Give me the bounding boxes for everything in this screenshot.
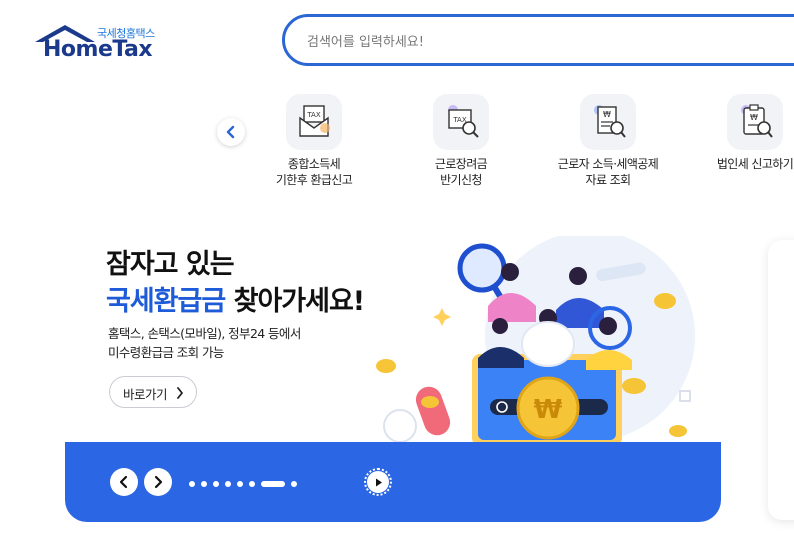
banner-goto-button[interactable]: 바로가기 (109, 376, 197, 408)
won-receipt-search-icon: ₩ (580, 94, 636, 150)
svg-text:TAX: TAX (306, 111, 321, 119)
quick-menu-label: 근로자 소득·세액공제 자료 조회 (557, 157, 659, 187)
tax-envelope-icon: TAX (286, 94, 342, 150)
search-bar[interactable] (282, 14, 794, 66)
search-input[interactable] (305, 30, 709, 54)
slider-dot[interactable] (213, 481, 219, 487)
slider-dot[interactable] (225, 481, 231, 487)
banner-title-line1: 잠자고 있는 (106, 249, 235, 280)
chevron-left-icon (226, 125, 235, 139)
banner-title-line2: 국세환급금 찾아가세요! (106, 279, 366, 318)
quick-menu-label: 근로장려금 반기신청 (434, 157, 488, 187)
refund-search-illustration: ₩ (376, 236, 695, 446)
slider-play-button[interactable] (364, 468, 392, 496)
svg-text:₩: ₩ (750, 113, 758, 122)
slider-dot[interactable] (291, 481, 297, 487)
quick-menu-item-corporate-tax[interactable]: ₩ 법인세 신고하기 (680, 94, 794, 194)
slider-dot[interactable] (201, 481, 207, 487)
chevron-right-icon (154, 475, 163, 489)
hometax-logo[interactable]: 국세청홈택스 HomeTax (33, 22, 163, 66)
banner-title-highlight: 국세환급금 (106, 286, 226, 317)
banner-description: 홈택스, 손택스(모바일), 정부24 등에서 미수령환급금 조회 가능 (108, 326, 301, 360)
slider-dot-active[interactable] (261, 481, 285, 487)
quick-menu-label: 법인세 신고하기 (716, 157, 794, 171)
svg-text:₩: ₩ (534, 395, 563, 425)
slider-dot[interactable] (237, 481, 243, 487)
banner-title-rest: 찾아가세요! (225, 286, 366, 317)
quick-menu-label: 종합소득세 기한후 환급신고 (275, 157, 353, 187)
side-panel-card (768, 240, 794, 520)
chevron-right-icon (177, 387, 183, 399)
tax-document-search-icon: TAX (433, 94, 489, 150)
quick-menu-item-work-incentive[interactable]: TAX 근로장려금 반기신청 (386, 94, 536, 194)
won-clipboard-search-icon: ₩ (727, 94, 783, 150)
quick-menu-item-deduction-data[interactable]: ₩ 근로자 소득·세액공제 자료 조회 (533, 94, 683, 194)
play-icon (376, 478, 382, 487)
chevron-left-icon (119, 475, 128, 489)
slider-prev-button[interactable] (110, 468, 138, 496)
logo-english-text: HomeTax (43, 37, 153, 62)
slider-next-button[interactable] (144, 468, 172, 496)
slider-dot[interactable] (189, 481, 195, 487)
quick-menu-item-income-tax-refund[interactable]: TAX 종합소득세 기한후 환급신고 (239, 94, 389, 194)
banner-slider-controls (65, 442, 721, 522)
svg-text:₩: ₩ (603, 110, 611, 119)
banner-goto-label: 바로가기 (123, 387, 168, 402)
slider-dot[interactable] (249, 481, 255, 487)
